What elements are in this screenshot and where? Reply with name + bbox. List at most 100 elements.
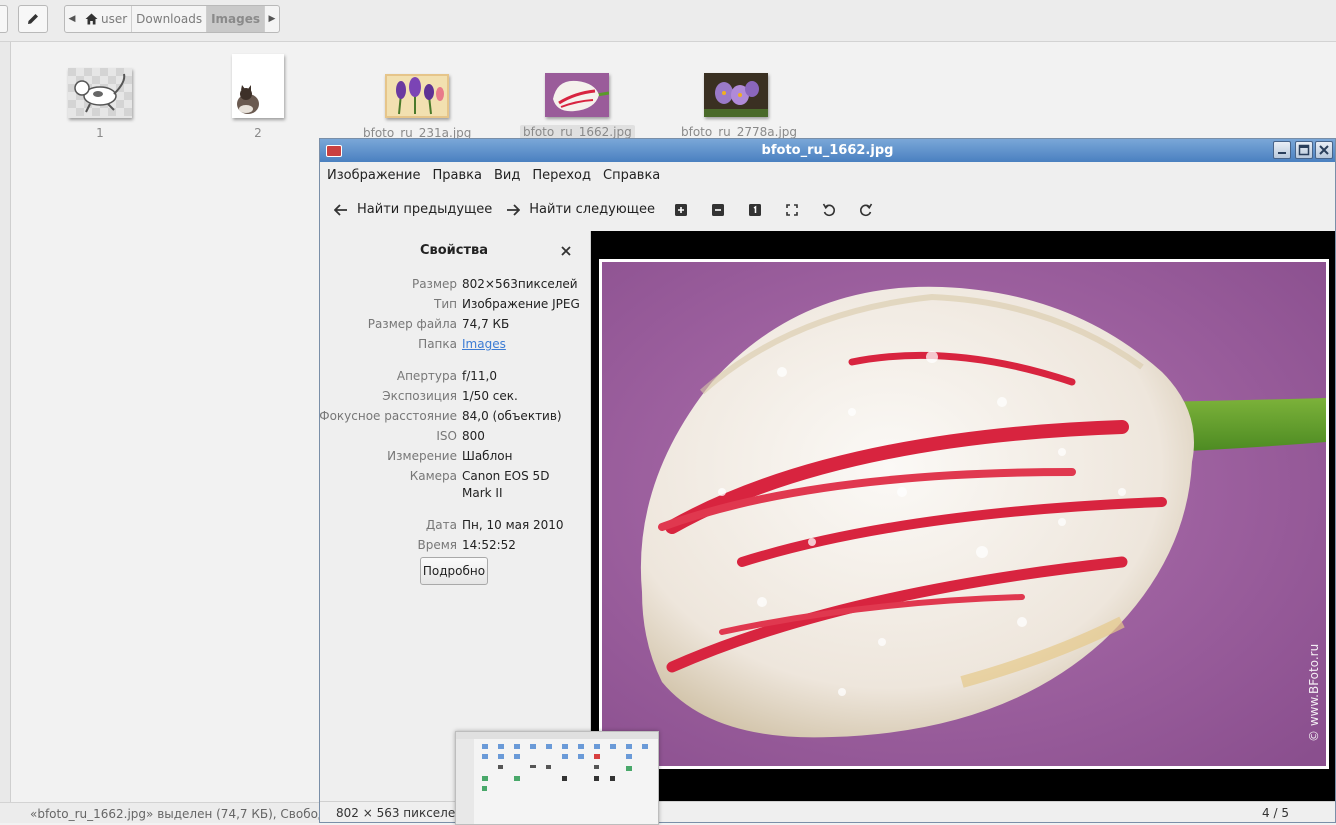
property-key: Время [417, 538, 457, 552]
property-value: Изображение JPEG [462, 297, 580, 311]
menu-help[interactable]: Справка [603, 168, 660, 183]
next-image-button[interactable]: Найти следующее [506, 202, 655, 217]
next-image-label: Найти следующее [529, 202, 655, 217]
viewer-toolbar: Найти предыдущее Найти следующее [320, 188, 1335, 231]
rotate-right-button[interactable] [858, 202, 874, 218]
menu-go[interactable]: Переход [532, 168, 591, 183]
zoom-in-button[interactable] [673, 202, 689, 218]
property-value: 800 [462, 429, 485, 443]
property-key: ISO [436, 429, 457, 443]
property-key: Тип [434, 297, 457, 311]
minimize-icon [1278, 152, 1286, 154]
breadcrumb-back-arrow[interactable]: ◀ [65, 6, 79, 32]
property-value: 84,0 (объектив) [462, 409, 562, 423]
previous-image-button[interactable]: Найти предыдущее [334, 202, 492, 217]
sidebar-divider [10, 42, 11, 802]
fit-window-icon [786, 203, 798, 216]
menu-edit[interactable]: Правка [432, 168, 481, 183]
fit-window-button[interactable] [784, 202, 800, 218]
breadcrumb-label: Downloads [136, 12, 203, 26]
folder-link[interactable]: Images [462, 336, 582, 353]
arrow-left-icon [334, 203, 347, 216]
properties-title: Свойства [419, 243, 489, 258]
maximize-button[interactable] [1295, 141, 1313, 159]
rotate-left-button[interactable] [821, 202, 837, 218]
file-label: 1 [96, 126, 104, 140]
property-value: 14:52:52 [462, 538, 516, 552]
breadcrumb-label: Images [211, 12, 261, 26]
rotate-right-icon [860, 203, 873, 216]
file-item[interactable]: bfoto_ru_2778a.jpg [678, 73, 797, 139]
tulip-photo: © www.BFoto.ru [602, 262, 1326, 766]
property-key: Размер файла [367, 317, 457, 331]
property-key: Папка [418, 337, 457, 351]
menu-image[interactable]: Изображение [327, 168, 420, 183]
close-button[interactable] [1315, 141, 1333, 159]
photo-frame: © www.BFoto.ru [599, 259, 1329, 769]
edit-location-button[interactable] [18, 5, 48, 33]
image-viewer-window: bfoto_ru_1662.jpg Изображение Правка Вид… [319, 138, 1336, 823]
file-label: 2 [254, 126, 262, 140]
zoom-in-icon [674, 203, 687, 216]
image-dimensions-status: 802 × 563 пикселей [336, 806, 464, 820]
image-position-status: 4 / 5 [1262, 806, 1289, 820]
zoom-out-icon [711, 203, 724, 216]
file-label: bfoto_ru_1662.jpg [520, 125, 635, 139]
zoom-out-button[interactable] [710, 202, 726, 218]
menu-view[interactable]: Вид [494, 168, 520, 183]
arrow-right-icon [507, 203, 521, 216]
breadcrumb-label: user [100, 12, 128, 26]
property-key: Камера [409, 469, 457, 483]
properties-panel: Свойства Размер 802×563пикселей Тип Изоб… [320, 231, 591, 801]
home-icon [85, 13, 98, 25]
file-manager-toolbar: ◀ user Downloads Images ▶ [0, 0, 1336, 42]
close-icon [1319, 145, 1329, 155]
rotate-left-icon [822, 203, 835, 216]
property-value: Canon EOS 5D Mark II [462, 469, 550, 500]
property-value: Пн, 10 мая 2010 [462, 518, 564, 532]
window-title: bfoto_ru_1662.jpg [761, 143, 894, 158]
sidebar-edge [0, 42, 10, 802]
minimize-button[interactable] [1273, 141, 1291, 159]
previous-image-label: Найти предыдущее [357, 202, 493, 217]
property-key: Апертура [396, 369, 457, 383]
pencil-icon [28, 14, 38, 24]
breadcrumb-item-user[interactable]: user [79, 6, 131, 32]
breadcrumb-item-downloads[interactable]: Downloads [131, 6, 206, 32]
property-value: 802×563пикселей [462, 277, 578, 291]
crocus-thumbnail-icon [704, 73, 768, 117]
property-key: Размер [411, 277, 457, 291]
zoom-normal-icon [748, 203, 761, 216]
cat-photo-thumbnail-icon [232, 54, 284, 118]
property-key: Фокусное расстояние [319, 409, 457, 423]
zoom-normal-button[interactable] [747, 202, 763, 218]
property-value: f/11,0 [462, 369, 497, 383]
menu-bar: Изображение Правка Вид Переход Справка [320, 162, 1335, 188]
property-value: Шаблон [462, 449, 513, 463]
window-preview-thumbnail[interactable] [455, 731, 659, 825]
property-value: 74,7 КБ [462, 317, 510, 331]
app-icon [326, 145, 342, 157]
breadcrumb: ◀ user Downloads Images ▶ [64, 5, 280, 33]
maximize-icon [1298, 144, 1310, 156]
breadcrumb-item-images[interactable]: Images [206, 6, 265, 32]
file-item[interactable]: bfoto_ru_231a.jpg [360, 74, 474, 140]
property-value: 1/50 сек. [462, 389, 518, 403]
breadcrumb-forward-arrow[interactable]: ▶ [264, 6, 279, 32]
cat-cartoon-thumbnail-icon [68, 68, 132, 118]
file-item[interactable]: 1 [58, 68, 142, 140]
property-key: Дата [425, 518, 457, 532]
tulip-thumbnail-icon [545, 73, 609, 117]
image-canvas[interactable]: © www.BFoto.ru [591, 231, 1335, 801]
property-key: Измерение [387, 449, 457, 463]
sidebar-toggle-button[interactable] [0, 5, 8, 33]
file-item-selected[interactable]: bfoto_ru_1662.jpg [520, 73, 635, 139]
close-panel-icon[interactable] [560, 245, 572, 257]
photo-watermark: © www.BFoto.ru [1307, 644, 1321, 742]
details-button[interactable]: Подробно [420, 557, 488, 585]
file-manager-preview-icon [456, 732, 658, 824]
file-label: bfoto_ru_2778a.jpg [681, 125, 798, 139]
crocus-thumbnail-icon [385, 74, 449, 118]
window-title-bar[interactable]: bfoto_ru_1662.jpg [320, 139, 1335, 162]
file-item[interactable]: 2 [216, 54, 300, 140]
